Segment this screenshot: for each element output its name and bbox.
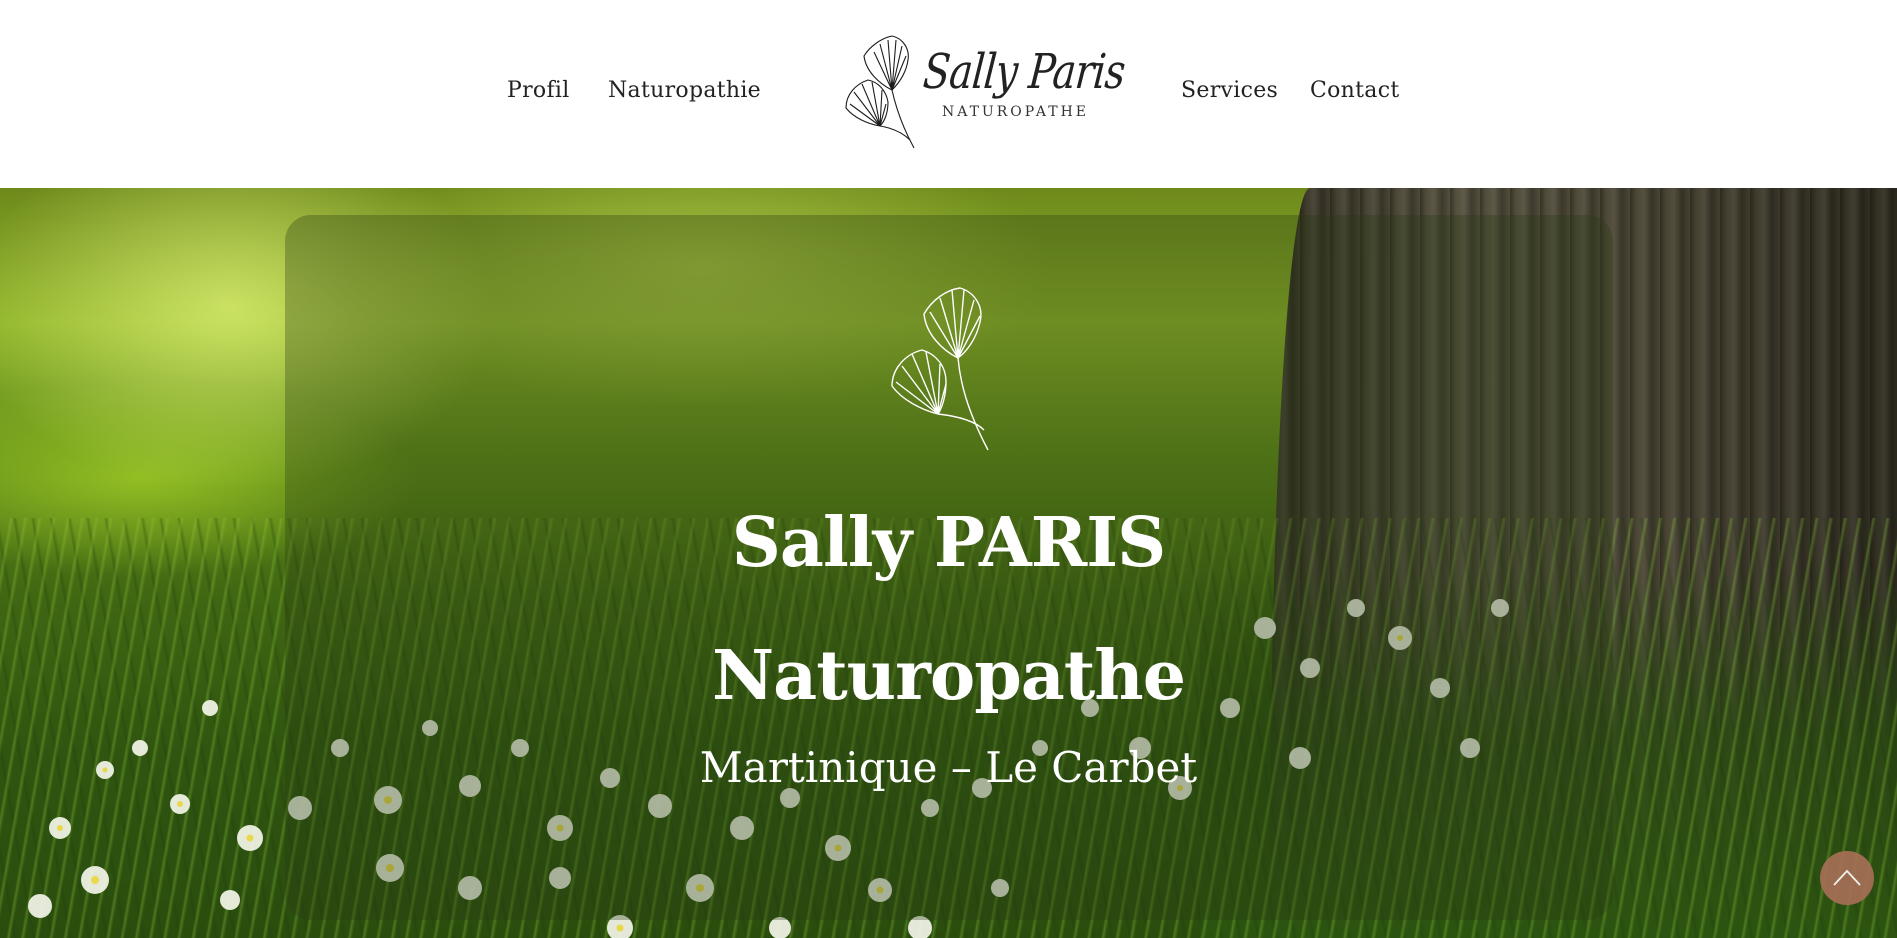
hero-section: Sally PARIS Naturopathe Martinique – Le … [0, 188, 1897, 938]
hero-subtitle-location: Martinique – Le Carbet [699, 743, 1198, 792]
ginkgo-leaf-icon [891, 287, 989, 451]
hero-title-profession: Naturopathe [712, 636, 1186, 716]
site-header: Profil Naturopathie Sally Paris NATUROPA… [0, 0, 1897, 188]
nav-link-services[interactable]: Services [1181, 76, 1278, 106]
site-logo[interactable]: Sally Paris NATUROPATHE [840, 28, 1127, 154]
hero-title-name: Sally PARIS [731, 503, 1166, 583]
logo-tagline: NATUROPATHE [942, 104, 1089, 120]
chevron-up-icon [1833, 869, 1861, 886]
nav-link-naturopathie[interactable]: Naturopathie [608, 76, 761, 106]
nav-link-contact[interactable]: Contact [1310, 76, 1399, 106]
nav-link-profil[interactable]: Profil [507, 76, 570, 106]
scroll-to-top-button[interactable] [1820, 851, 1874, 905]
logo-wordmark: Sally Paris [921, 44, 1127, 100]
ginkgo-leaf-icon [845, 35, 915, 149]
